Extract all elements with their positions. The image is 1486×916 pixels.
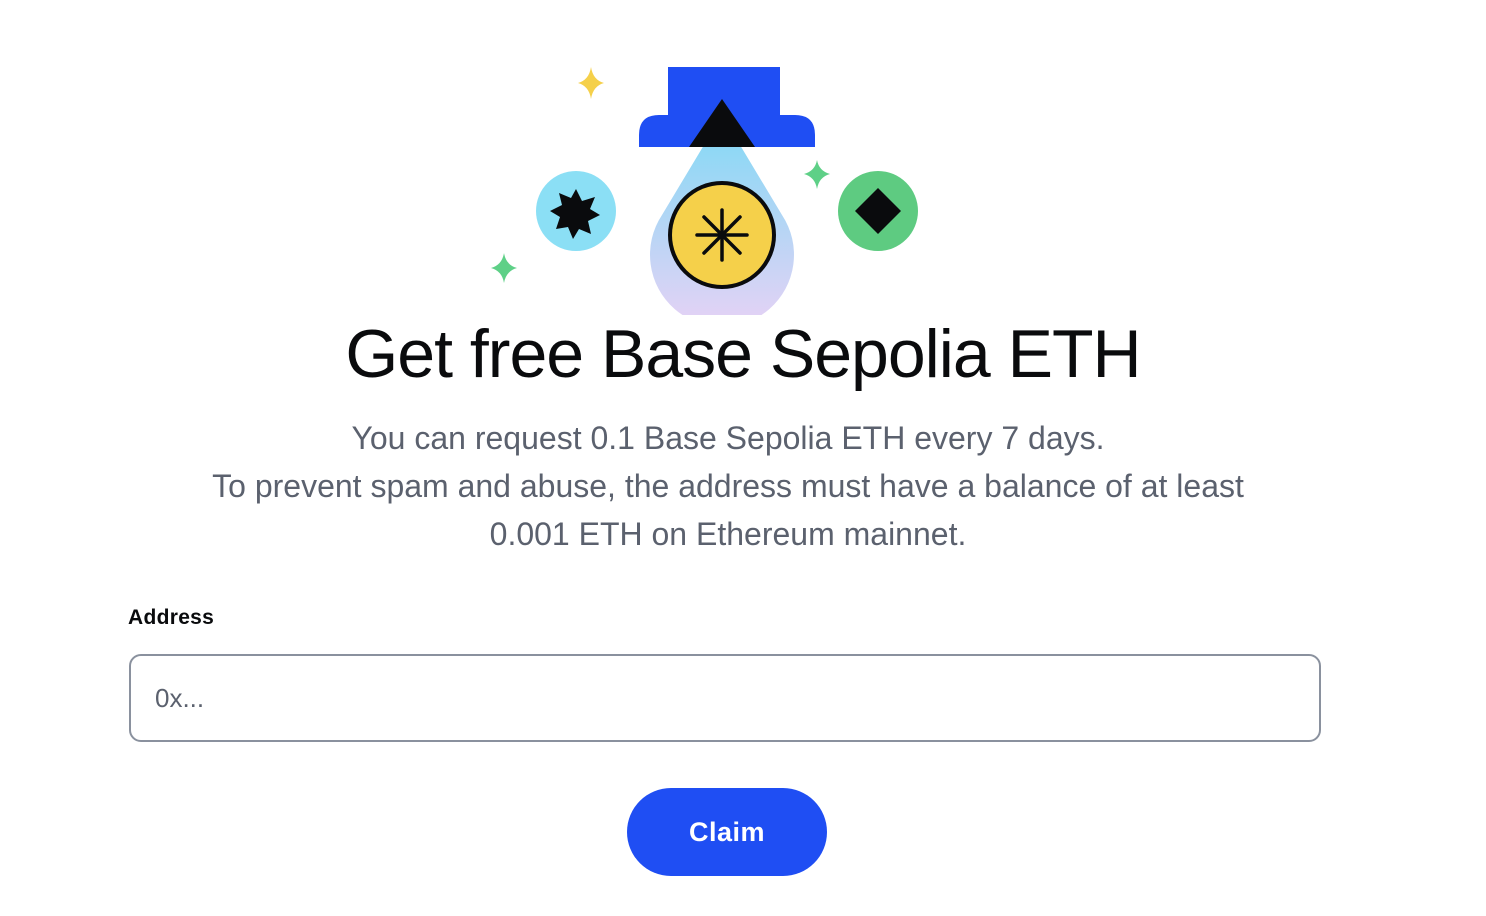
description-line-2: To prevent spam and abuse, the address m… bbox=[212, 468, 1244, 504]
address-label: Address bbox=[128, 606, 215, 629]
description-line-1: You can request 0.1 Base Sepolia ETH eve… bbox=[351, 420, 1105, 456]
faucet-icon bbox=[639, 67, 815, 147]
page-title: Get free Base Sepolia ETH bbox=[345, 316, 1141, 392]
description-line-3: 0.001 ETH on Ethereum mainnet. bbox=[489, 516, 967, 552]
claim-button[interactable]: Claim bbox=[627, 788, 827, 876]
sparkle-yellow-icon bbox=[578, 67, 604, 99]
address-input[interactable] bbox=[129, 654, 1321, 742]
sparkle-green-right-icon bbox=[804, 160, 830, 189]
faucet-illustration bbox=[470, 55, 940, 315]
diamond-coin-icon bbox=[838, 171, 918, 251]
faucet-illustration-svg bbox=[491, 67, 918, 315]
description: You can request 0.1 Base Sepolia ETH eve… bbox=[0, 414, 1456, 558]
star-coin-icon bbox=[536, 171, 616, 251]
sun-coin-icon bbox=[668, 181, 776, 289]
sparkle-green-left-icon bbox=[491, 253, 517, 283]
